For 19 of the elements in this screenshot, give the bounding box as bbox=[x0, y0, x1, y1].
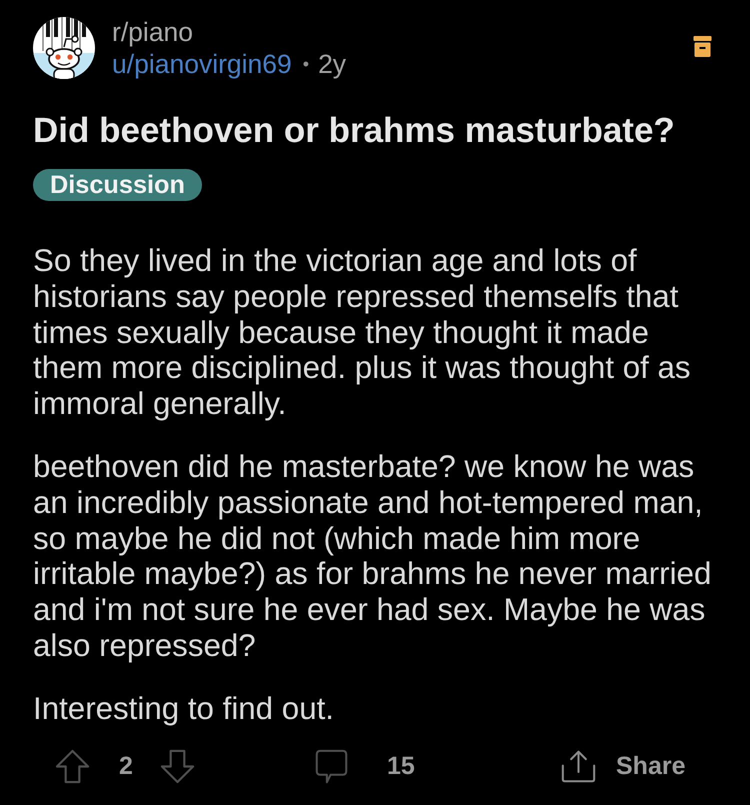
author-link[interactable]: u/pianovirgin69 bbox=[112, 48, 292, 80]
downvote-icon bbox=[160, 748, 195, 784]
flair-tag[interactable]: Discussion bbox=[33, 169, 202, 201]
separator-dot: • bbox=[302, 53, 310, 76]
subreddit-link[interactable]: r/piano bbox=[112, 16, 194, 48]
downvote-button[interactable] bbox=[160, 748, 195, 784]
archive-box-icon bbox=[693, 36, 712, 56]
upvote-icon bbox=[55, 748, 90, 784]
comment-icon bbox=[314, 748, 349, 784]
body-paragraph: Interesting to find out. bbox=[33, 690, 335, 727]
share-icon bbox=[561, 748, 596, 784]
comments-button[interactable]: 15 bbox=[314, 748, 561, 784]
share-button[interactable]: Share bbox=[561, 748, 686, 784]
vote-score: 2 bbox=[119, 752, 133, 781]
body-paragraph: beethoven did he masterbate? we know he was an incredibly passionate and hot-tempered man, so maybe he did not (which made him more irritable maybe?) as for brahms he never married and i'm not sure he ever had sex. Maybe he was also repressed? bbox=[33, 448, 712, 664]
body-paragraph: So they lived in the victorian age and lots of historians say people repressed themselfs that times sexually because they thought it made them more disciplined. plus it was thought of as immoral generally. bbox=[33, 243, 692, 422]
upvote-button[interactable] bbox=[55, 748, 90, 784]
post-age: 2y bbox=[318, 48, 346, 80]
post-title: Did beethoven or brahms masturbate? bbox=[33, 110, 675, 152]
